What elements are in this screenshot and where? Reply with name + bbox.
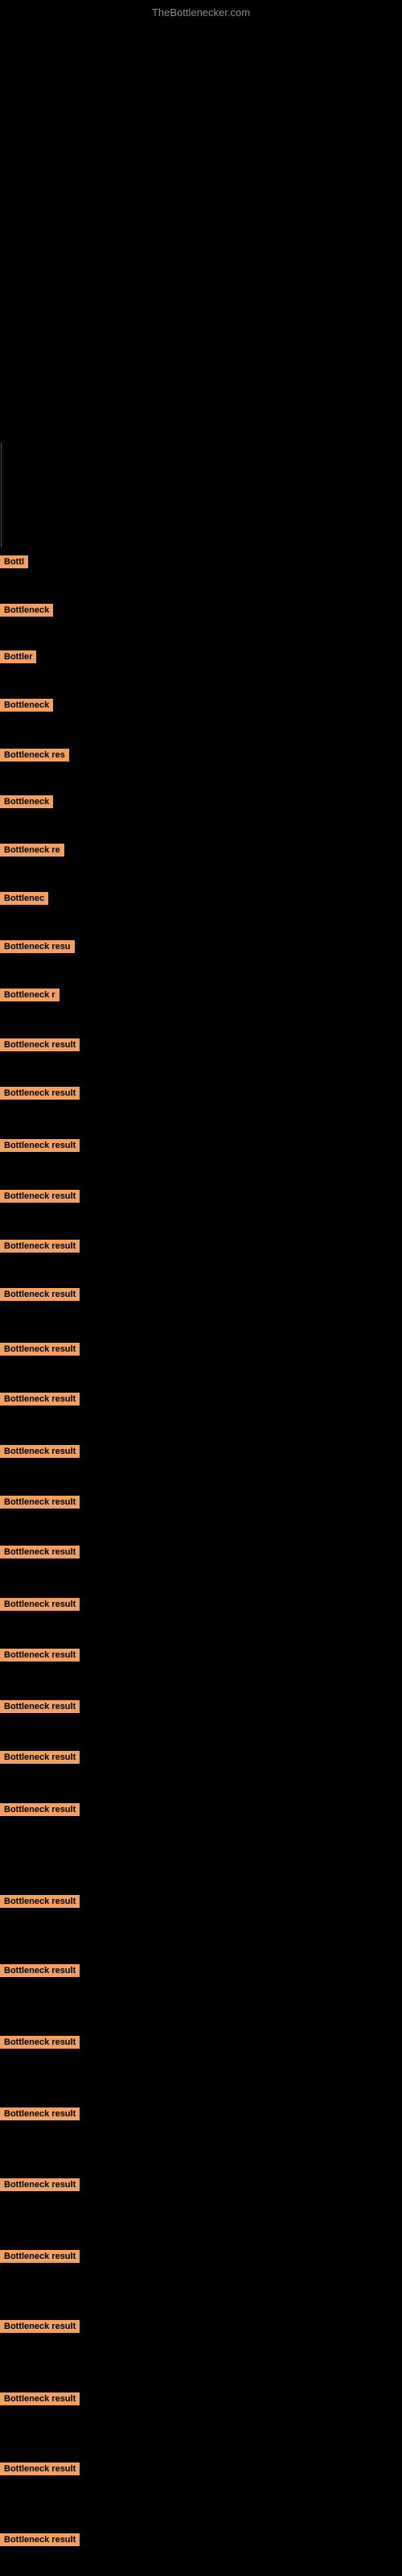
- bottleneck-badge[interactable]: Bottleneck result: [0, 1240, 80, 1253]
- bottleneck-badge[interactable]: Bottleneck result: [0, 1964, 80, 1977]
- item-row-27[interactable]: Bottleneck result: [0, 1895, 80, 1912]
- item-row-22[interactable]: Bottleneck result: [0, 1598, 80, 1615]
- item-row-12[interactable]: Bottleneck result: [0, 1087, 80, 1104]
- bottleneck-badge[interactable]: Bottleneck result: [0, 1803, 80, 1816]
- item-row-5[interactable]: Bottleneck res: [0, 749, 69, 766]
- bottleneck-badge[interactable]: Bottleneck result: [0, 1496, 80, 1509]
- bottleneck-badge[interactable]: Bottleneck result: [0, 2392, 80, 2405]
- item-row-29[interactable]: Bottleneck result: [0, 2036, 80, 2053]
- item-row-9[interactable]: Bottleneck resu: [0, 940, 75, 957]
- item-row-31[interactable]: Bottleneck result: [0, 2178, 80, 2195]
- item-row-19[interactable]: Bottleneck result: [0, 1445, 80, 1462]
- item-row-33[interactable]: Bottleneck result: [0, 2320, 80, 2337]
- bottleneck-badge[interactable]: Bottleneck result: [0, 1598, 80, 1611]
- bottleneck-badge[interactable]: Bottleneck result: [0, 2533, 80, 2546]
- bottleneck-badge[interactable]: Bottleneck: [0, 795, 53, 808]
- item-row-24[interactable]: Bottleneck result: [0, 1700, 80, 1717]
- item-row-36[interactable]: Bottleneck result: [0, 2533, 80, 2550]
- item-row-18[interactable]: Bottleneck result: [0, 1393, 80, 1410]
- item-row-28[interactable]: Bottleneck result: [0, 1964, 80, 1981]
- item-row-7[interactable]: Bottleneck re: [0, 844, 64, 861]
- item-row-16[interactable]: Bottleneck result: [0, 1288, 80, 1305]
- item-row-6[interactable]: Bottleneck: [0, 795, 53, 812]
- bottleneck-badge[interactable]: Bottleneck result: [0, 1700, 80, 1713]
- bottleneck-badge[interactable]: Bottleneck result: [0, 1895, 80, 1908]
- item-row-11[interactable]: Bottleneck result: [0, 1038, 80, 1055]
- bottleneck-badge[interactable]: Bottleneck: [0, 699, 53, 712]
- bottleneck-badge[interactable]: Bottleneck result: [0, 1139, 80, 1152]
- bottleneck-badge[interactable]: Bottleneck result: [0, 2107, 80, 2120]
- item-row-2[interactable]: Bottleneck: [0, 604, 53, 621]
- item-row-32[interactable]: Bottleneck result: [0, 2250, 80, 2267]
- bottleneck-badge[interactable]: Bottleneck result: [0, 1393, 80, 1406]
- bottleneck-badge[interactable]: Bottleneck result: [0, 1087, 80, 1100]
- item-row-15[interactable]: Bottleneck result: [0, 1240, 80, 1257]
- page-container: TheBottlenecker.com BottlBottleneckBottl…: [0, 0, 402, 2576]
- bottleneck-badge[interactable]: Bottl: [0, 555, 28, 568]
- bottleneck-badge[interactable]: Bottleneck result: [0, 1343, 80, 1356]
- bottleneck-badge[interactable]: Bottlenec: [0, 892, 48, 905]
- item-row-8[interactable]: Bottlenec: [0, 892, 48, 909]
- bottleneck-badge[interactable]: Bottleneck result: [0, 1751, 80, 1764]
- item-row-23[interactable]: Bottleneck result: [0, 1649, 80, 1666]
- items-layer: Bottl Bottleneck Bottler Bottleneck Bottlene…: [0, 0, 402, 2576]
- item-row-10[interactable]: Bottleneck r: [0, 989, 59, 1005]
- item-row-17[interactable]: Bottleneck result: [0, 1343, 80, 1360]
- bottleneck-badge[interactable]: Bottleneck result: [0, 1288, 80, 1301]
- bottleneck-badge[interactable]: Bottleneck: [0, 604, 53, 617]
- bottleneck-badge[interactable]: Bottler: [0, 650, 36, 663]
- bottleneck-badge[interactable]: Bottleneck res: [0, 749, 69, 762]
- bottleneck-badge[interactable]: Bottleneck result: [0, 2320, 80, 2333]
- item-row-4[interactable]: Bottleneck: [0, 699, 53, 716]
- item-row-3[interactable]: Bottler: [0, 650, 36, 667]
- bottleneck-badge[interactable]: Bottleneck result: [0, 2178, 80, 2191]
- bottleneck-badge[interactable]: Bottleneck re: [0, 844, 64, 857]
- bottleneck-badge[interactable]: Bottleneck result: [0, 1038, 80, 1051]
- bottleneck-badge[interactable]: Bottleneck result: [0, 2462, 80, 2475]
- item-row-1[interactable]: Bottl: [0, 555, 28, 572]
- bottleneck-badge[interactable]: Bottleneck result: [0, 1546, 80, 1558]
- bottleneck-badge[interactable]: Bottleneck result: [0, 1190, 80, 1203]
- bottleneck-badge[interactable]: Bottleneck result: [0, 1445, 80, 1458]
- item-row-13[interactable]: Bottleneck result: [0, 1139, 80, 1156]
- item-row-34[interactable]: Bottleneck result: [0, 2392, 80, 2409]
- item-row-30[interactable]: Bottleneck result: [0, 2107, 80, 2124]
- bottleneck-badge[interactable]: Bottleneck resu: [0, 940, 75, 953]
- item-row-25[interactable]: Bottleneck result: [0, 1751, 80, 1768]
- item-row-14[interactable]: Bottleneck result: [0, 1190, 80, 1207]
- item-row-20[interactable]: Bottleneck result: [0, 1496, 80, 1513]
- item-row-35[interactable]: Bottleneck result: [0, 2462, 80, 2479]
- bottleneck-badge[interactable]: Bottleneck result: [0, 2036, 80, 2049]
- bottleneck-badge[interactable]: Bottleneck result: [0, 1649, 80, 1662]
- bottleneck-badge[interactable]: Bottleneck r: [0, 989, 59, 1001]
- bottleneck-badge[interactable]: Bottleneck result: [0, 2250, 80, 2263]
- item-row-26[interactable]: Bottleneck result: [0, 1803, 80, 1820]
- item-row-21[interactable]: Bottleneck result: [0, 1546, 80, 1563]
